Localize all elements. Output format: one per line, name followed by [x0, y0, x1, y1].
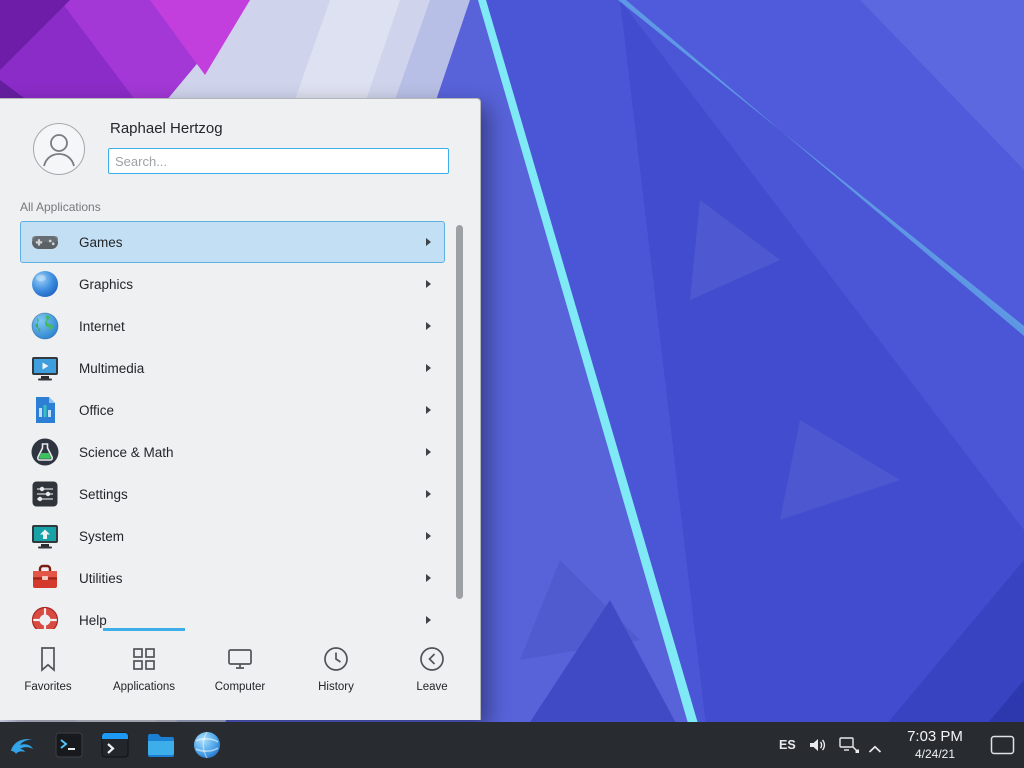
category-row-settings[interactable]: Settings — [20, 473, 445, 515]
submenu-arrow-icon — [426, 238, 431, 246]
grid-icon — [129, 644, 159, 674]
category-label: Multimedia — [79, 361, 144, 376]
toolbox-icon — [29, 562, 61, 594]
category-label: Office — [79, 403, 114, 418]
pinned-app-web-browser[interactable] — [191, 729, 223, 761]
pinned-app-file-manager[interactable] — [145, 729, 177, 761]
konsole-icon — [99, 729, 131, 761]
bookmark-icon — [33, 644, 63, 674]
tab-label: Favorites — [24, 681, 71, 693]
tab-computer[interactable]: Computer — [192, 628, 288, 720]
category-label: Graphics — [79, 277, 133, 292]
kali-menu-icon — [8, 729, 40, 761]
submenu-arrow-icon — [426, 280, 431, 288]
category-label: Settings — [79, 487, 128, 502]
tab-applications[interactable]: Applications — [96, 628, 192, 720]
monitor-icon — [225, 644, 255, 674]
tab-label: Applications — [113, 681, 175, 693]
help-buoy-icon — [29, 604, 61, 629]
submenu-arrow-icon — [426, 322, 431, 330]
tab-label: History — [318, 681, 354, 693]
submenu-arrow-icon — [426, 448, 431, 456]
media-player-icon — [29, 352, 61, 384]
category-label: Games — [79, 235, 123, 250]
application-launcher-menu: Raphael Hertzog All Applications Games — [0, 98, 481, 720]
category-row-utilities[interactable]: Utilities — [20, 557, 445, 599]
user-avatar[interactable] — [33, 123, 85, 175]
tab-label: Leave — [416, 681, 447, 693]
submenu-arrow-icon — [426, 364, 431, 372]
leave-icon — [417, 644, 447, 674]
show-desktop-icon — [989, 734, 1016, 756]
scrollbar-thumb[interactable] — [456, 225, 463, 599]
category-row-system[interactable]: System — [20, 515, 445, 557]
pinned-app-konsole[interactable] — [99, 729, 131, 761]
terminal-icon — [53, 729, 85, 761]
keyboard-layout-indicator[interactable]: ES — [779, 722, 796, 768]
clock-icon — [321, 644, 351, 674]
submenu-arrow-icon — [426, 406, 431, 414]
web-browser-icon — [191, 729, 223, 761]
category-row-office[interactable]: Office — [20, 389, 445, 431]
taskbar: ES 7:03 PM 4/24/21 — [0, 722, 1024, 768]
category-label: Help — [79, 613, 107, 628]
submenu-arrow-icon — [426, 532, 431, 540]
launcher-tab-bar: Favorites Applications Computer — [0, 628, 480, 720]
globe-icon — [29, 310, 61, 342]
category-label: System — [79, 529, 124, 544]
category-list: Games Graphics — [20, 221, 445, 629]
clock-date: 4/24/21 — [890, 747, 980, 762]
pinned-app-terminal[interactable] — [53, 729, 85, 761]
tab-leave[interactable]: Leave — [384, 628, 480, 720]
desktop: Raphael Hertzog All Applications Games — [0, 0, 1024, 768]
user-name: Raphael Hertzog — [110, 120, 223, 137]
category-row-multimedia[interactable]: Multimedia — [20, 347, 445, 389]
submenu-arrow-icon — [426, 574, 431, 582]
tab-favorites[interactable]: Favorites — [0, 628, 96, 720]
settings-sliders-icon — [29, 478, 61, 510]
submenu-arrow-icon — [426, 490, 431, 498]
person-icon — [34, 124, 84, 174]
category-label: Utilities — [79, 571, 123, 586]
search-input[interactable] — [108, 148, 449, 174]
flask-icon — [29, 436, 61, 468]
volume-tray-button[interactable] — [807, 735, 827, 760]
category-row-games[interactable]: Games — [20, 221, 445, 263]
tab-label: Computer — [215, 681, 266, 693]
category-row-science-math[interactable]: Science & Math — [20, 431, 445, 473]
clock-time: 7:03 PM — [890, 727, 980, 747]
submenu-arrow-icon — [426, 616, 431, 624]
volume-icon — [807, 735, 827, 755]
category-label: Internet — [79, 319, 125, 334]
paint-orb-icon — [29, 268, 61, 300]
category-label: Science & Math — [79, 445, 174, 460]
section-label: All Applications — [20, 200, 101, 214]
chevron-up-icon — [868, 745, 882, 754]
network-icon — [838, 734, 860, 756]
digital-clock[interactable]: 7:03 PM 4/24/21 — [890, 727, 980, 762]
category-row-internet[interactable]: Internet — [20, 305, 445, 347]
network-tray-button[interactable] — [838, 734, 860, 761]
category-row-graphics[interactable]: Graphics — [20, 263, 445, 305]
system-monitor-icon — [29, 520, 61, 552]
category-row-help[interactable]: Help — [20, 599, 445, 629]
file-manager-icon — [145, 729, 177, 761]
expand-tray-button[interactable] — [868, 741, 882, 759]
show-desktop-button[interactable] — [989, 734, 1016, 756]
document-chart-icon — [29, 394, 61, 426]
tab-history[interactable]: History — [288, 628, 384, 720]
app-launcher-button[interactable] — [8, 729, 40, 761]
gamepad-icon — [29, 226, 61, 258]
